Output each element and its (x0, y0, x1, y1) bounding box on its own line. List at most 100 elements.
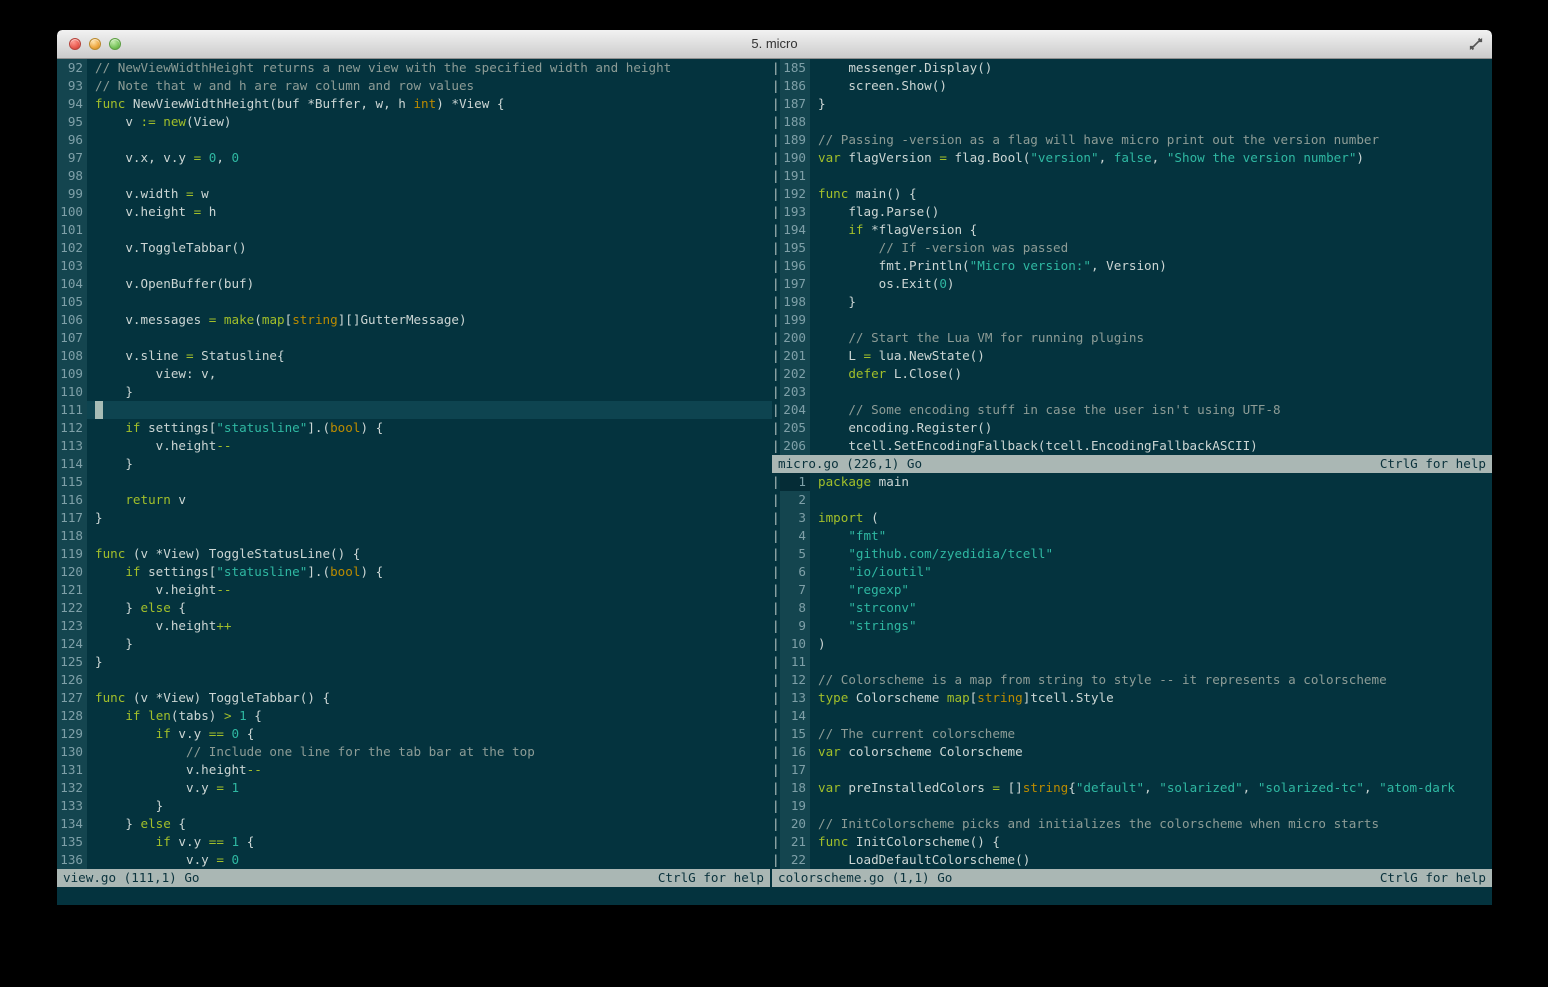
code-text[interactable]: view: v, (87, 365, 772, 383)
code-text[interactable]: func main() { (810, 185, 1492, 203)
pane-divider[interactable]: | (772, 149, 780, 167)
code-line[interactable]: 116 return v (57, 491, 772, 509)
code-line[interactable]: | 194 if *flagVersion { (772, 221, 1492, 239)
code-line[interactable]: 97 v.x, v.y = 0, 0 (57, 149, 772, 167)
code-line[interactable]: | 202 defer L.Close() (772, 365, 1492, 383)
pane-divider[interactable]: | (772, 437, 780, 455)
code-line[interactable]: 136 v.y = 0 (57, 851, 772, 869)
code-line[interactable]: | 10) (772, 635, 1492, 653)
code-text[interactable] (87, 473, 772, 491)
code-line[interactable]: 117} (57, 509, 772, 527)
pane-divider[interactable]: | (772, 563, 780, 581)
pane-divider[interactable]: | (772, 167, 780, 185)
code-text[interactable]: // Include one line for the tab bar at t… (87, 743, 772, 761)
pane-divider[interactable]: | (772, 671, 780, 689)
pane-divider[interactable]: | (772, 329, 780, 347)
code-text[interactable]: v.ToggleTabbar() (87, 239, 772, 257)
code-text[interactable] (810, 491, 1492, 509)
code-line[interactable]: 119 func (v *View) ToggleStatusLine() { (57, 545, 772, 563)
code-line[interactable]: | 185 messenger.Display() (772, 59, 1492, 77)
code-text[interactable]: } (87, 455, 772, 473)
code-line[interactable]: 122 } else { (57, 599, 772, 617)
code-line[interactable]: | 7 "regexp" (772, 581, 1492, 599)
code-line[interactable]: 126 (57, 671, 772, 689)
code-line[interactable]: | 192 func main() { (772, 185, 1492, 203)
code-text[interactable]: LoadDefaultColorscheme() (810, 851, 1492, 869)
code-text[interactable] (87, 401, 772, 419)
code-line[interactable]: | 21 func InitColorscheme() { (772, 833, 1492, 851)
code-text[interactable]: encoding.Register() (810, 419, 1492, 437)
pane-micro-go[interactable]: | 185 messenger.Display() | 186 screen.Show… (772, 59, 1492, 455)
code-text[interactable]: ) (810, 635, 1492, 653)
code-text[interactable]: os.Exit(0) (810, 275, 1492, 293)
pane-divider[interactable]: | (772, 635, 780, 653)
code-line[interactable]: 92// NewViewWidthHeight returns a new vi… (57, 59, 772, 77)
code-line[interactable]: 109 view: v, (57, 365, 772, 383)
pane-divider[interactable]: | (772, 581, 780, 599)
code-line[interactable]: 107 (57, 329, 772, 347)
pane-divider[interactable]: | (772, 113, 780, 131)
pane-divider[interactable]: | (772, 653, 780, 671)
code-text[interactable]: } else { (87, 815, 772, 833)
pane-divider[interactable]: | (772, 419, 780, 437)
pane-divider[interactable]: | (772, 545, 780, 563)
code-line[interactable]: 96 (57, 131, 772, 149)
code-line[interactable]: | 195 // If -version was passed (772, 239, 1492, 257)
code-line[interactable]: 106 v.messages = make(map[string][]Gutte… (57, 311, 772, 329)
code-text[interactable]: tcell.SetEncodingFallback(tcell.Encoding… (810, 437, 1492, 455)
code-text[interactable] (87, 221, 772, 239)
pane-divider[interactable]: | (772, 203, 780, 221)
code-line[interactable]: | 186 screen.Show() (772, 77, 1492, 95)
code-line[interactable]: | 2 (772, 491, 1492, 509)
code-line[interactable]: 124 } (57, 635, 772, 653)
code-line[interactable]: 134 } else { (57, 815, 772, 833)
pane-divider[interactable]: | (772, 761, 780, 779)
code-line[interactable]: 133 } (57, 797, 772, 815)
code-line[interactable]: | 15// The current colorscheme (772, 725, 1492, 743)
code-line[interactable]: | 11 (772, 653, 1492, 671)
code-line[interactable]: | 8 "strconv" (772, 599, 1492, 617)
pane-divider[interactable]: | (772, 275, 780, 293)
pane-divider[interactable]: | (772, 491, 780, 509)
code-line[interactable]: 113 v.height-- (57, 437, 772, 455)
code-line[interactable]: | 16 var colorscheme Colorscheme (772, 743, 1492, 761)
code-text[interactable]: if settings["statusline"].(bool) { (87, 419, 772, 437)
code-line[interactable]: | 198 } (772, 293, 1492, 311)
code-text[interactable]: // Passing -version as a flag will have … (810, 131, 1492, 149)
code-text[interactable]: screen.Show() (810, 77, 1492, 95)
code-line[interactable]: 94 func NewViewWidthHeight(buf *Buffer, w… (57, 95, 772, 113)
code-text[interactable] (87, 329, 772, 347)
code-line[interactable]: | 13 type Colorscheme map[string]tcell.Sty… (772, 689, 1492, 707)
code-text[interactable]: "strings" (810, 617, 1492, 635)
pane-divider[interactable]: | (772, 725, 780, 743)
code-text[interactable]: v := new(View) (87, 113, 772, 131)
code-line[interactable]: 104 v.OpenBuffer(buf) (57, 275, 772, 293)
code-text[interactable]: } (87, 797, 772, 815)
code-line[interactable]: | 188 (772, 113, 1492, 131)
code-line[interactable]: | 1 package main (772, 473, 1492, 491)
code-text[interactable]: v.messages = make(map[string][]GutterMes… (87, 311, 772, 329)
pane-divider[interactable]: | (772, 689, 780, 707)
pane-divider[interactable]: | (772, 221, 780, 239)
pane-divider[interactable]: | (772, 59, 780, 77)
pane-divider[interactable]: | (772, 833, 780, 851)
code-text[interactable] (87, 527, 772, 545)
pane-divider[interactable]: | (772, 815, 780, 833)
pane-divider[interactable]: | (772, 401, 780, 419)
code-text[interactable] (87, 671, 772, 689)
code-text[interactable]: // NewViewWidthHeight returns a new view… (87, 59, 772, 77)
code-line[interactable]: | 200 // Start the Lua VM for running plu… (772, 329, 1492, 347)
code-text[interactable]: flag.Parse() (810, 203, 1492, 221)
code-text[interactable] (87, 257, 772, 275)
code-text[interactable] (87, 167, 772, 185)
code-line[interactable]: | 14 (772, 707, 1492, 725)
pane-divider[interactable]: | (772, 95, 780, 113)
code-line[interactable]: 103 (57, 257, 772, 275)
code-line[interactable]: | 17 (772, 761, 1492, 779)
code-text[interactable]: if v.y == 1 { (87, 833, 772, 851)
code-line[interactable]: | 190 var flagVersion = flag.Bool("version… (772, 149, 1492, 167)
code-line[interactable]: | 193 flag.Parse() (772, 203, 1492, 221)
code-text[interactable] (810, 707, 1492, 725)
code-text[interactable]: L = lua.NewState() (810, 347, 1492, 365)
code-text[interactable] (87, 293, 772, 311)
